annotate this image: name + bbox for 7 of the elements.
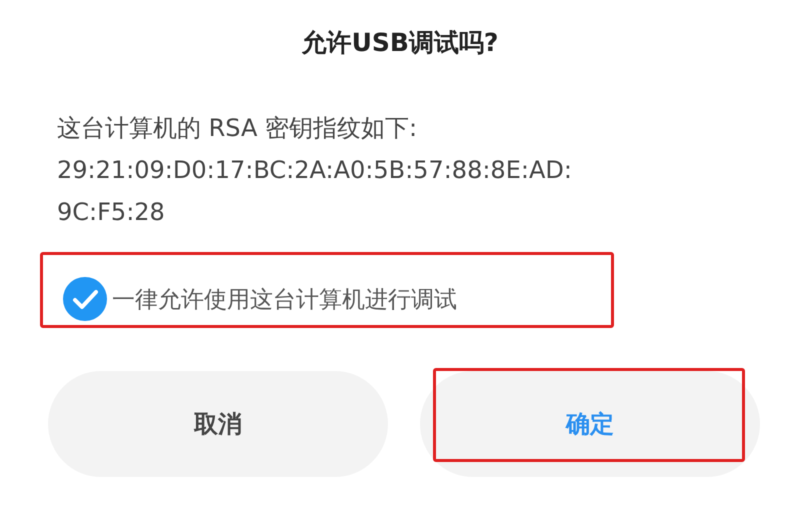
checkbox[interactable]: [62, 276, 108, 322]
checkbox-label: 一律允许使用这台计算机进行调试: [112, 286, 457, 314]
dialog-title: 允许USB调试吗?: [300, 27, 500, 59]
message-text: 9C:F5:28: [57, 197, 166, 228]
cancel-button[interactable]: 取消: [48, 371, 388, 477]
message-text: 29:21:09:D0:17:BC:2A:A0:5B:57:88:8E:AD:: [57, 155, 573, 186]
message-text: 这台计算机的 RSA 密钥指纹如下:: [57, 113, 418, 144]
